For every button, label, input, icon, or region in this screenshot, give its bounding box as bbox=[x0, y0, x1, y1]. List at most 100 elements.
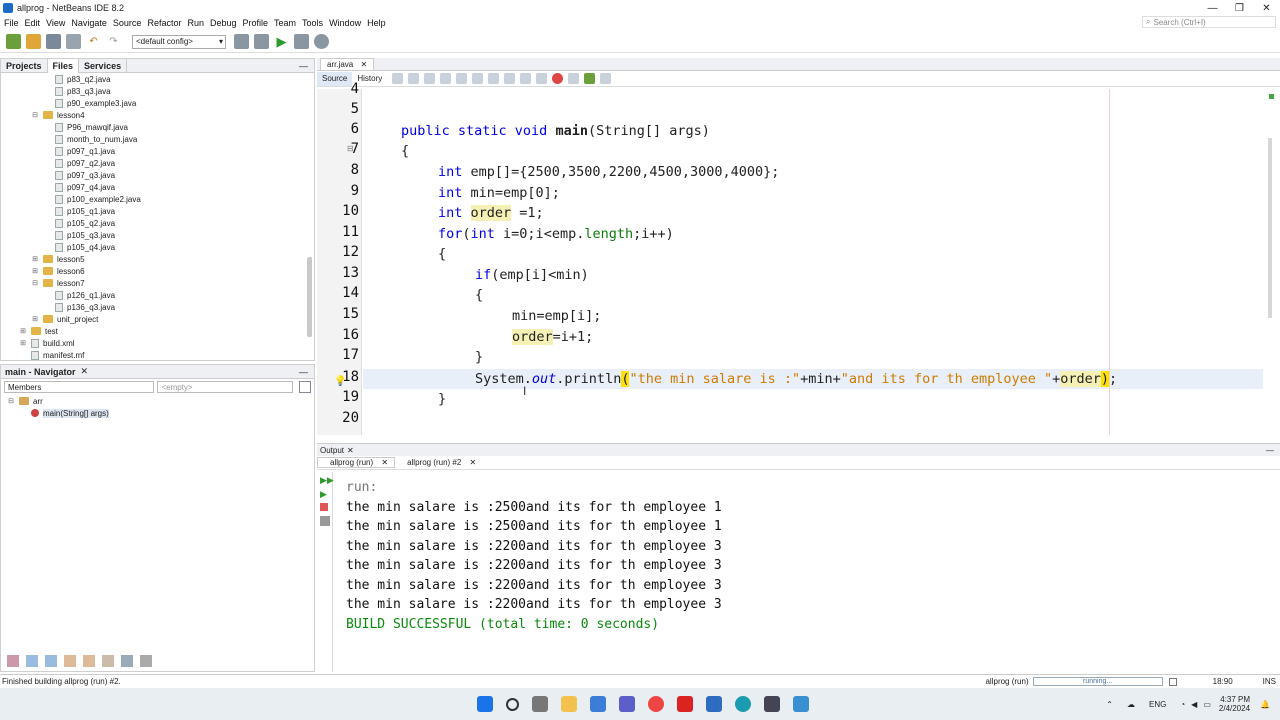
tree-file-item[interactable]: p097_q2.java bbox=[1, 157, 311, 169]
settings-icon[interactable] bbox=[320, 516, 330, 526]
back-icon[interactable] bbox=[392, 73, 404, 84]
onedrive-icon[interactable]: ☁ bbox=[1127, 700, 1135, 709]
expand-icon[interactable]: ⊞ bbox=[19, 327, 27, 335]
toggle-highlight-icon[interactable] bbox=[472, 73, 484, 84]
tree-file-item[interactable]: p105_q1.java bbox=[1, 205, 311, 217]
navigator-class-item[interactable]: ⊟ arr bbox=[7, 395, 314, 407]
menu-file[interactable]: File bbox=[4, 18, 19, 28]
filter-icon[interactable] bbox=[45, 655, 57, 667]
search-icon[interactable] bbox=[424, 73, 436, 84]
battery-icon[interactable]: ▭ bbox=[1203, 700, 1211, 709]
rerun-icon[interactable]: ▶▶ bbox=[320, 475, 334, 486]
shift-left-icon[interactable] bbox=[488, 73, 500, 84]
tree-file-item[interactable]: p83_q2.java bbox=[1, 73, 311, 85]
comment-icon[interactable] bbox=[520, 73, 532, 84]
build-icon[interactable] bbox=[234, 34, 249, 49]
tree-file-item[interactable]: p105_q4.java bbox=[1, 241, 311, 253]
notepad-icon[interactable] bbox=[792, 696, 809, 712]
collapse-icon[interactable]: ⊟ bbox=[7, 397, 15, 405]
task-view-icon[interactable] bbox=[531, 696, 548, 712]
menu-window[interactable]: Window bbox=[329, 18, 361, 28]
new-project-icon[interactable] bbox=[26, 34, 41, 49]
tree-file-item[interactable]: manifest.mf bbox=[1, 349, 311, 361]
empty-select[interactable]: <empty> bbox=[157, 381, 294, 393]
undo-icon[interactable]: ↶ bbox=[86, 34, 101, 49]
tree-file-item[interactable]: p126_q1.java bbox=[1, 289, 311, 301]
rerun-icon[interactable]: ▶ bbox=[320, 489, 332, 500]
wifi-icon[interactable]: ◔ bbox=[1180, 700, 1185, 709]
calculator-icon[interactable] bbox=[763, 696, 780, 712]
filter-icon[interactable] bbox=[102, 655, 114, 667]
minimize-panel-icon[interactable]: — bbox=[299, 367, 308, 377]
tree-folder-item[interactable]: ⊞ lesson6 bbox=[1, 265, 311, 277]
run-icon[interactable]: ▶ bbox=[274, 34, 289, 49]
chart-icon[interactable] bbox=[600, 73, 612, 84]
clock[interactable]: 4:37 PM 2/4/2024 bbox=[1219, 695, 1250, 713]
menu-tools[interactable]: Tools bbox=[302, 18, 323, 28]
expand-icon[interactable]: ⊞ bbox=[19, 339, 27, 347]
filter-icon[interactable] bbox=[121, 655, 133, 667]
chevron-up-icon[interactable]: ⌃ bbox=[1106, 700, 1113, 709]
tab-projects[interactable]: Projects bbox=[1, 58, 48, 73]
volume-icon[interactable]: ◀ bbox=[1191, 700, 1197, 709]
find-next-icon[interactable] bbox=[456, 73, 468, 84]
language-indicator[interactable]: ENG bbox=[1149, 700, 1166, 709]
menu-navigate[interactable]: Navigate bbox=[71, 18, 107, 28]
menu-profile[interactable]: Profile bbox=[243, 18, 269, 28]
tree-file-item[interactable]: ⊞ build.xml bbox=[1, 337, 311, 349]
tree-file-item[interactable]: p105_q2.java bbox=[1, 217, 311, 229]
editor-tab-arr[interactable]: arr.java ✕ bbox=[320, 58, 375, 70]
diff-icon[interactable] bbox=[584, 73, 596, 84]
open-project-icon[interactable] bbox=[46, 34, 61, 49]
tree-file-item[interactable]: p83_q3.java bbox=[1, 85, 311, 97]
tree-file-item[interactable]: p100_example2.java bbox=[1, 193, 311, 205]
tree-folder-item[interactable]: ⊟ lesson7 bbox=[1, 277, 311, 289]
redo-icon[interactable]: ↷ bbox=[106, 34, 121, 49]
tree-file-item[interactable]: p097_q1.java bbox=[1, 145, 311, 157]
tree-file-item[interactable]: p097_q3.java bbox=[1, 169, 311, 181]
debug-icon[interactable] bbox=[294, 34, 309, 49]
tree-file-item[interactable]: p097_q4.java bbox=[1, 181, 311, 193]
tree-file-item[interactable]: p105_q3.java bbox=[1, 229, 311, 241]
sync-icon[interactable] bbox=[299, 381, 311, 393]
tab-files[interactable]: Files bbox=[47, 58, 80, 73]
stop-icon[interactable] bbox=[320, 503, 328, 511]
collapse-icon[interactable]: ⊟ bbox=[31, 279, 39, 287]
close-button[interactable]: ✕ bbox=[1253, 3, 1280, 14]
new-file-icon[interactable] bbox=[6, 34, 21, 49]
expand-icon[interactable]: ⊞ bbox=[31, 267, 39, 275]
members-filter-select[interactable]: Members bbox=[4, 381, 155, 393]
shift-right-icon[interactable] bbox=[504, 73, 516, 84]
close-icon[interactable]: ✕ bbox=[347, 446, 354, 455]
menu-help[interactable]: Help bbox=[367, 18, 386, 28]
menu-debug[interactable]: Debug bbox=[210, 18, 237, 28]
edge-icon[interactable] bbox=[734, 696, 751, 712]
notification-bell-icon[interactable]: 🔔 bbox=[1260, 700, 1270, 709]
expand-icon[interactable]: ⊞ bbox=[31, 255, 39, 263]
tree-file-item[interactable]: p90_example3.java bbox=[1, 97, 311, 109]
tree-file-item[interactable]: p136_q3.java bbox=[1, 301, 311, 313]
filter-icon[interactable] bbox=[64, 655, 76, 667]
menu-view[interactable]: View bbox=[46, 18, 65, 28]
stop-macro-icon[interactable] bbox=[568, 73, 580, 84]
uncomment-icon[interactable] bbox=[536, 73, 548, 84]
minimize-button[interactable]: — bbox=[1199, 3, 1226, 14]
netbeans-icon[interactable] bbox=[705, 696, 722, 712]
menu-edit[interactable]: Edit bbox=[25, 18, 41, 28]
navigator-method-item[interactable]: main(String[] args) bbox=[31, 407, 314, 419]
acrobat-icon[interactable] bbox=[676, 696, 693, 712]
minimize-panel-icon[interactable]: — bbox=[299, 61, 308, 71]
chrome-icon[interactable] bbox=[647, 696, 664, 712]
record-macro-icon[interactable] bbox=[552, 73, 564, 84]
profile-icon[interactable] bbox=[314, 34, 329, 49]
file-explorer-icon[interactable] bbox=[560, 696, 577, 712]
output-window-icon[interactable] bbox=[1168, 677, 1177, 686]
tree-folder-item[interactable]: ⊞ test bbox=[1, 325, 311, 337]
tree-folder-item[interactable]: ⊞ lesson5 bbox=[1, 253, 311, 265]
clean-build-icon[interactable] bbox=[254, 34, 269, 49]
search-icon[interactable] bbox=[505, 697, 519, 711]
menu-team[interactable]: Team bbox=[274, 18, 296, 28]
save-all-icon[interactable] bbox=[66, 34, 81, 49]
tab-services[interactable]: Services bbox=[79, 58, 128, 73]
tree-file-item[interactable]: month_to_num.java bbox=[1, 133, 311, 145]
